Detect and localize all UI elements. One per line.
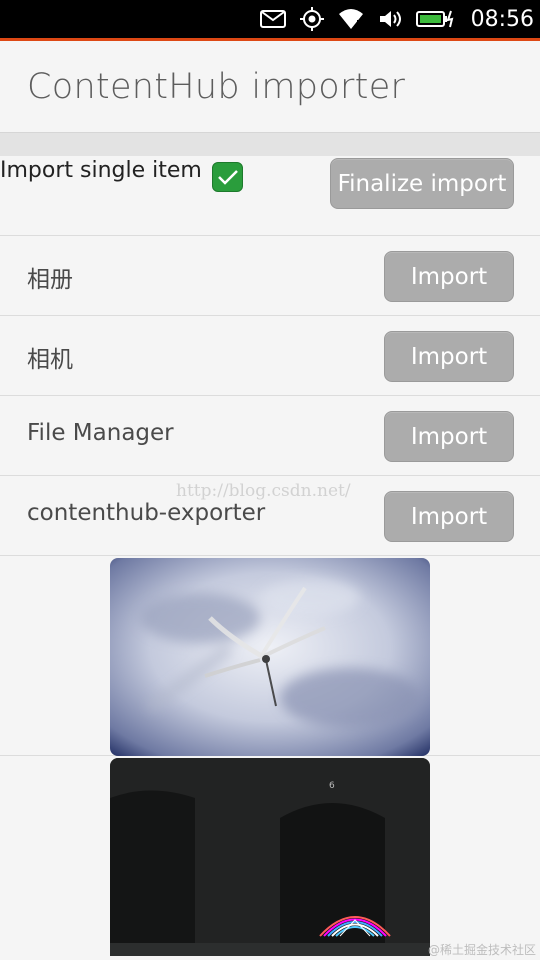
checkmark-icon	[217, 170, 238, 185]
list-item: 相机 Import	[0, 316, 540, 396]
import-button[interactable]: Import	[384, 251, 514, 302]
single-item-label: Import single item	[0, 158, 202, 183]
single-item-checkbox[interactable]	[212, 162, 243, 192]
header-divider	[0, 132, 540, 156]
watermark: http://blog.csdn.net/	[176, 481, 351, 501]
app-name: 相机	[27, 347, 73, 373]
location-icon	[299, 7, 325, 31]
status-bar: 08:56	[0, 0, 540, 38]
finalize-import-button[interactable]: Finalize import	[330, 158, 514, 209]
clock: 08:56	[470, 6, 534, 32]
app-name: 相册	[27, 267, 73, 293]
import-options-row: Import single item Finalize import	[0, 156, 540, 236]
battery-charging-icon	[415, 8, 456, 30]
svg-text:6: 6	[329, 781, 335, 791]
building-image[interactable]: 6	[110, 758, 430, 956]
app-name: File Manager	[27, 420, 174, 446]
app-name: contenthub-exporter	[27, 500, 266, 526]
page-header: ContentHub importer	[0, 41, 540, 132]
page-title: ContentHub importer	[27, 67, 406, 107]
imported-image-row	[0, 556, 540, 756]
import-button[interactable]: Import	[384, 331, 514, 382]
import-button[interactable]: Import	[384, 491, 514, 542]
list-item: 相册 Import	[0, 236, 540, 316]
mail-icon	[259, 8, 286, 30]
wifi-icon	[338, 8, 364, 30]
list-item: File Manager Import	[0, 396, 540, 476]
dragonfly-image[interactable]	[110, 558, 430, 756]
import-button[interactable]: Import	[384, 411, 514, 462]
credit-watermark: @稀土掘金技术社区	[427, 943, 536, 957]
volume-icon	[377, 8, 403, 30]
imported-image-row: 6	[0, 756, 540, 956]
